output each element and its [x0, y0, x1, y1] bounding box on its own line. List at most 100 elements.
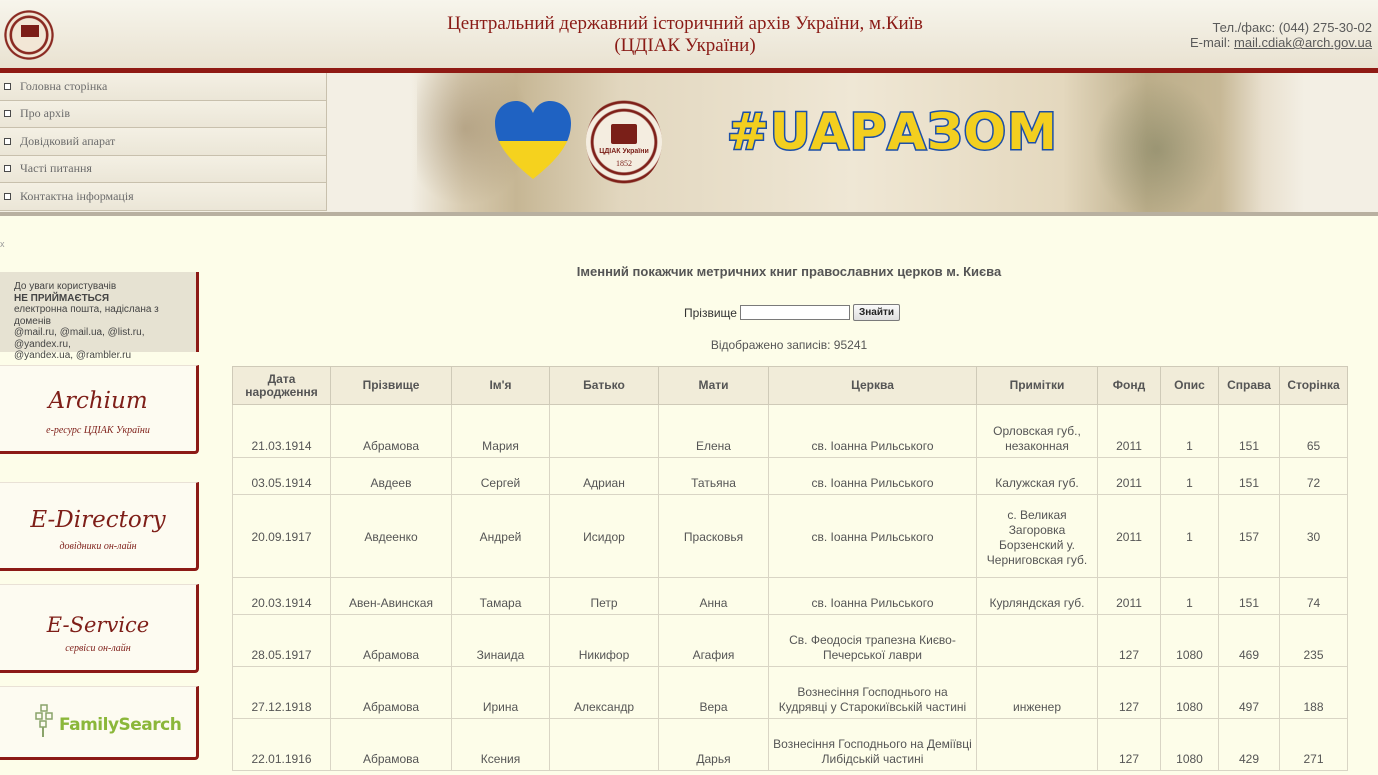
menu-item-faq[interactable]: Часті питання	[0, 155, 327, 183]
square-bullet-icon	[4, 165, 11, 173]
email-label: E-mail:	[1189, 35, 1235, 50]
site-title-line2: (ЦДІАК України)	[614, 35, 756, 56]
header-birth-date: Дата народження	[232, 366, 331, 405]
logo-book-icon	[21, 25, 39, 37]
table-cell: Прасковья	[658, 494, 769, 578]
table-cell: 2011	[1097, 577, 1161, 615]
familysearch-link[interactable]: FamilySearch	[0, 686, 199, 760]
table-cell: 157	[1218, 494, 1280, 578]
table-cell: 1080	[1160, 718, 1219, 771]
table-cell: Петр	[549, 577, 659, 615]
table-cell	[976, 718, 1098, 771]
search-button[interactable]: Знайти	[852, 304, 901, 321]
menu-item-label: Довідковий апарат	[20, 133, 116, 148]
table-cell: Мария	[451, 404, 550, 458]
table-cell: Св. Феодосія трапезна Києво-Печерської л…	[768, 614, 977, 667]
table-header-row: Дата народження Прізвище Ім'я Батько Мат…	[232, 366, 1348, 405]
table-cell: 22.01.1916	[232, 718, 331, 771]
edirectory-link[interactable]: E-Directory довідники он-лайн	[0, 482, 199, 571]
table-cell: Авдеев	[330, 457, 452, 495]
notice-line: електронна пошта, надіслана з доменів	[14, 304, 159, 327]
archium-subtitle: е-ресурс ЦДІАК України	[46, 425, 150, 436]
menu-item-about[interactable]: Про архів	[0, 100, 327, 128]
menu-item-home[interactable]: Головна сторінка	[0, 73, 327, 101]
table-cell: 188	[1279, 666, 1348, 719]
table-cell: Анна	[658, 577, 769, 615]
phone-text: Тел./факс: (044) 275-30-02	[1212, 20, 1372, 35]
table-cell: 469	[1218, 614, 1280, 667]
table-cell: 1	[1160, 494, 1219, 578]
table-cell: 2011	[1097, 494, 1161, 578]
site-title: Центральний державний історичний архів У…	[400, 13, 970, 57]
header-page: Сторінка	[1279, 366, 1348, 405]
site-header: Центральний державний історичний архів У…	[0, 0, 1378, 68]
table-cell: 74	[1279, 577, 1348, 615]
header-church: Церква	[768, 366, 977, 405]
menu-item-label: Контактна інформація	[20, 188, 134, 203]
table-cell: Калужская губ.	[976, 457, 1098, 495]
banner-hashtag: #UAРАЗОМ	[726, 102, 1059, 163]
table-cell: 2011	[1097, 457, 1161, 495]
table-cell: Вознесіння Господнього на Демiївцi Либід…	[768, 718, 977, 771]
email-row: E-mail: mail.cdiak@arch.gov.ua	[1190, 35, 1372, 50]
ukraine-heart-icon	[495, 101, 571, 179]
archium-link[interactable]: Archium е-ресурс ЦДІАК України	[0, 365, 199, 454]
table-cell: 151	[1218, 577, 1280, 615]
table-cell: Агафия	[658, 614, 769, 667]
tiny-mark: x	[0, 239, 5, 249]
eservice-subtitle: сервіси он-лайн	[65, 643, 131, 654]
familysearch-tree-icon	[35, 704, 53, 737]
table-cell	[976, 614, 1098, 667]
table-cell: Орловская губ., незаконная	[976, 404, 1098, 458]
table-cell: Исидор	[549, 494, 659, 578]
table-cell: Абрамова	[330, 718, 452, 771]
edirectory-subtitle: довідники он-лайн	[59, 541, 137, 552]
table-cell: Вознесіння Господнього на Кудрявці у Ста…	[768, 666, 977, 719]
records-table: Дата народження Прізвище Ім'я Батько Мат…	[232, 366, 1348, 771]
header-fond: Фонд	[1097, 366, 1161, 405]
table-row: 03.05.1914 Авдеев Сергей Адриан Татьяна …	[232, 457, 1348, 495]
table-cell: Дарья	[658, 718, 769, 771]
table-cell: 65	[1279, 404, 1348, 458]
email-link[interactable]: mail.cdiak@arch.gov.ua	[1234, 35, 1372, 50]
seal-year: 1852	[616, 159, 632, 168]
menu-item-label: Про архів	[20, 106, 70, 121]
table-cell: 127	[1097, 614, 1161, 667]
header-notes: Примітки	[976, 366, 1098, 405]
table-cell: 1	[1160, 457, 1219, 495]
table-cell: 28.05.1917	[232, 614, 331, 667]
table-cell: св. Іоанна Рильського	[768, 404, 977, 458]
notice-line: @yandex.ua, @rambler.ru	[14, 350, 132, 361]
table-cell: 1080	[1160, 614, 1219, 667]
surname-input[interactable]	[739, 305, 850, 320]
table-cell: 127	[1097, 718, 1161, 771]
table-cell: Курляндская губ.	[976, 577, 1098, 615]
search-form: Прізвище Знайти	[684, 304, 901, 321]
table-row: 21.03.1914 Абрамова Мария Елена св. Іоан…	[232, 404, 1348, 458]
header-opys: Опис	[1160, 366, 1219, 405]
menu-item-contacts[interactable]: Контактна інформація	[0, 183, 327, 211]
table-cell: Никифор	[549, 614, 659, 667]
table-cell: 21.03.1914	[232, 404, 331, 458]
records-count: Відображено записів: 95241	[710, 338, 868, 352]
table-row: 22.01.1916 Абрамова Ксения Дарья Вознесі…	[232, 718, 1348, 771]
menu-item-label: Часті питання	[20, 161, 92, 176]
archive-logo-icon[interactable]	[4, 8, 54, 62]
familysearch-text: FamilySearch	[59, 715, 182, 735]
table-cell: 235	[1279, 614, 1348, 667]
table-cell: 127	[1097, 666, 1161, 719]
banner-divider	[0, 212, 1378, 216]
table-cell: св. Іоанна Рильського	[768, 457, 977, 495]
table-cell: Абрамова	[330, 404, 452, 458]
eservice-link[interactable]: E-Service сервіси он-лайн	[0, 584, 199, 673]
header-mother: Мати	[658, 366, 769, 405]
table-cell: с. Великая Загоровка Борзенский у. Черни…	[976, 494, 1098, 578]
menu-item-label: Головна сторінка	[20, 78, 108, 93]
table-cell: 497	[1218, 666, 1280, 719]
table-cell: 72	[1279, 457, 1348, 495]
menu-item-reference[interactable]: Довідковий апарат	[0, 128, 327, 156]
table-cell: Александр	[549, 666, 659, 719]
table-cell: 151	[1218, 404, 1280, 458]
search-label: Прізвище	[684, 305, 737, 320]
table-cell: 1080	[1160, 666, 1219, 719]
